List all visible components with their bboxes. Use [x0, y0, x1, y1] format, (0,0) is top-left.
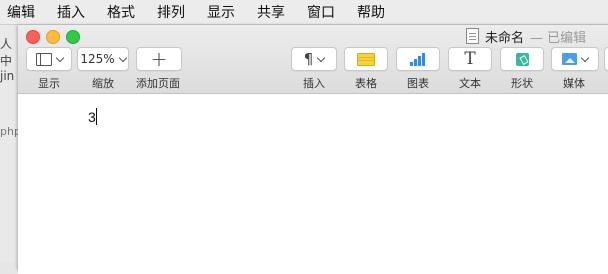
shape-button[interactable] — [500, 47, 544, 71]
media-button[interactable] — [551, 47, 599, 71]
table-label: 表格 — [355, 77, 377, 90]
zoom-value: 125% — [80, 52, 115, 66]
insert-button[interactable]: ¶ — [291, 47, 337, 71]
shape-label: 形状 — [511, 77, 533, 90]
menu-view[interactable]: 显示 — [207, 2, 235, 22]
menu-insert[interactable]: 插入 — [57, 2, 85, 22]
view-icon — [35, 52, 52, 66]
menu-format[interactable]: 格式 — [107, 2, 135, 22]
background-text-fragment: jin — [0, 69, 15, 83]
chart-button[interactable] — [396, 47, 440, 71]
table-icon — [357, 52, 375, 66]
media-label: 媒体 — [563, 77, 585, 90]
menu-window[interactable]: 窗口 — [307, 2, 335, 22]
plus-icon: + — [150, 47, 168, 71]
document-body-text[interactable]: 3 — [88, 109, 96, 125]
add-page-label: 添加页面 — [136, 77, 180, 90]
pilcrow-icon: ¶ — [303, 50, 314, 68]
menu-arrange[interactable]: 排列 — [157, 2, 185, 22]
table-button[interactable] — [344, 47, 388, 71]
insert-label: 插入 — [303, 77, 325, 90]
zoom-select[interactable]: 125% — [77, 47, 129, 71]
text-cursor — [96, 108, 97, 125]
chevron-down-icon — [317, 53, 326, 62]
zoom-window-button[interactable] — [66, 30, 80, 44]
window-titlebar: 未命名 — 已编辑 显示 125% 缩放 + 添加页面 ¶ 插入 表格 图表 T… — [18, 25, 608, 94]
minimize-window-button[interactable] — [46, 30, 60, 44]
chevron-down-icon — [55, 53, 64, 62]
document-canvas[interactable]: 3 — [18, 94, 608, 274]
chevron-down-icon — [580, 53, 590, 62]
background-window: 人中 jin php — [0, 25, 21, 262]
document-name: 未命名 — [485, 30, 525, 46]
close-window-button[interactable] — [26, 30, 40, 44]
menu-share[interactable]: 共享 — [257, 2, 285, 22]
shape-icon — [515, 52, 529, 66]
view-button[interactable] — [26, 47, 72, 71]
chart-label: 图表 — [407, 77, 429, 90]
view-label: 显示 — [38, 77, 60, 90]
text-box-button[interactable]: T — [448, 47, 492, 71]
menu-help[interactable]: 帮助 — [357, 2, 385, 22]
media-icon — [562, 53, 577, 65]
chevron-down-icon — [118, 53, 127, 62]
system-menu-bar: 编辑 插入 格式 排列 显示 共享 窗口 帮助 — [0, 0, 608, 25]
zoom-label: 缩放 — [92, 77, 114, 90]
document-status: — 已编辑 — [530, 30, 587, 46]
text-label: 文本 — [459, 77, 481, 90]
add-page-button[interactable]: + — [136, 47, 182, 71]
background-text-fragment: 人中 — [0, 37, 13, 68]
chart-icon — [410, 52, 426, 66]
document-icon — [466, 28, 479, 44]
comment-button[interactable] — [604, 47, 608, 71]
pages-window: 未命名 — 已编辑 显示 125% 缩放 + 添加页面 ¶ 插入 表格 图表 T… — [18, 25, 608, 274]
menu-edit[interactable]: 编辑 — [7, 2, 35, 22]
text-icon: T — [464, 49, 476, 69]
document-title[interactable]: 未命名 — 已编辑 — [466, 27, 587, 46]
